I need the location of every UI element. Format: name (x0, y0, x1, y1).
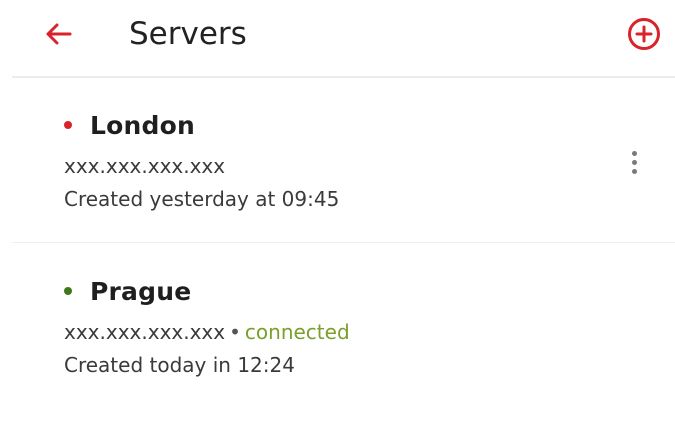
add-server-button[interactable] (624, 14, 664, 54)
servers-screen: Servers London xxx.xxx.xxx.xxx Created y… (0, 0, 675, 425)
server-address: xxx.xxx.xxx.xxx (64, 154, 226, 178)
status-dot (64, 287, 72, 295)
status-dot (64, 121, 72, 129)
server-address: xxx.xxx.xxx.xxx (64, 320, 226, 344)
server-name-line: London (64, 108, 195, 142)
server-item-london[interactable]: London xxx.xxx.xxx.xxx Created yesterday… (0, 96, 675, 242)
server-name-line: Prague (64, 274, 191, 308)
server-address-line: xxx.xxx.xxx.xxx • connected (64, 318, 350, 346)
more-vertical-icon (631, 150, 637, 156)
server-item-prague[interactable]: Prague xxx.xxx.xxx.xxx • connected Created… (0, 262, 675, 402)
page-title: Servers (129, 16, 247, 52)
separator: • (229, 320, 241, 344)
server-created: Created yesterday at 09:45 (64, 187, 340, 211)
header-divider (12, 76, 675, 78)
row-divider (12, 242, 675, 243)
arrow-left-icon (46, 23, 72, 45)
plus-circle-icon (628, 18, 660, 50)
status-badge: connected (244, 320, 350, 344)
server-created: Created today in 12:24 (64, 353, 295, 377)
server-name: Prague (90, 276, 192, 306)
app-header: Servers (0, 0, 675, 76)
back-button[interactable] (36, 16, 80, 52)
server-menu-button[interactable] (620, 142, 648, 182)
server-name: London (90, 110, 195, 140)
